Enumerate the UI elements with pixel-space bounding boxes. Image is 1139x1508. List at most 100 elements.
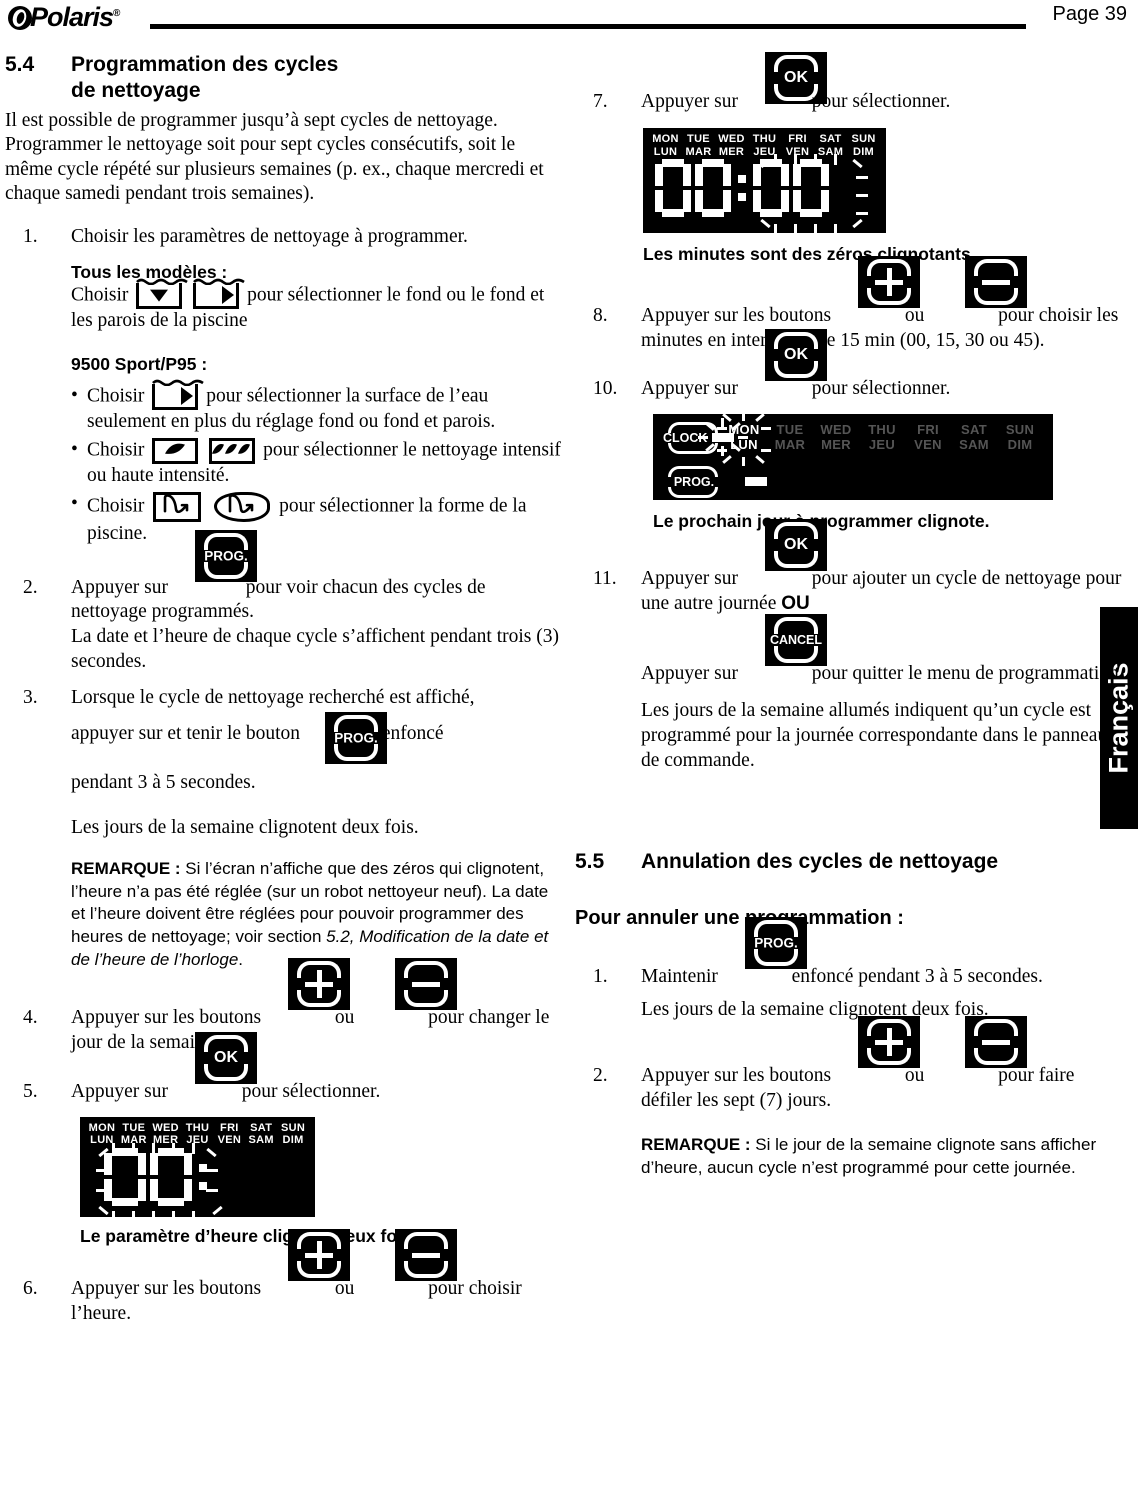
step-10-before: Appuyer sur <box>641 378 738 400</box>
lcd-prog-button: PROG. <box>663 466 725 498</box>
lcd-day-wed: WED MER <box>152 1121 179 1147</box>
step-8-middle: ou <box>904 304 925 326</box>
pool-path-icon <box>227 493 257 521</box>
plus-button[interactable] <box>858 255 920 308</box>
bullet-intensity-text: Choisir pour sélectionner le nettoyage i… <box>87 438 565 489</box>
high-intensity-clean-icon <box>209 438 256 465</box>
prog-button-hold[interactable]: PROG. <box>325 711 387 764</box>
bullet-surface-before: Choisir <box>87 385 145 407</box>
bullet-dot: • <box>71 439 78 461</box>
step-7-text: Appuyer sur pour sélectionner. <box>641 90 1130 115</box>
bullet-pool-shape-text: Choisir pour sélectionner la forme de la… <box>87 491 565 547</box>
lcd-hour-value <box>80 1147 315 1206</box>
step-11-or: OU <box>781 592 810 614</box>
cancel-step-2-middle: ou <box>904 1065 925 1087</box>
step-3-line1: Lorsque le cycle de nettoyage recherché … <box>71 686 475 708</box>
step-11: 11. Appuyer sur pour ajouter un cycle de… <box>575 567 1130 617</box>
button-bracket-top <box>974 1019 1018 1037</box>
cancel-step-2-before: Appuyer sur les boutons <box>641 1065 832 1087</box>
prog-button-label: PROG. <box>754 935 798 951</box>
prog-button[interactable]: PROG. <box>195 529 257 582</box>
ok-button[interactable]: OK <box>765 518 827 571</box>
ok-button[interactable]: OK <box>765 329 827 382</box>
step-3-line3: pendant 3 à 5 secondes. <box>71 772 256 794</box>
lcd-digit <box>793 159 829 218</box>
cancel-step-1-after: enfoncé pendant 3 à 5 secondes. <box>791 965 1043 987</box>
step-3: 3. Lorsque le cycle de nettoyage recherc… <box>5 686 565 808</box>
section-5-4-heading: 5.4 Programmation des cycles de nettoyag… <box>5 52 565 103</box>
button-bracket-bottom <box>974 1048 1018 1066</box>
minus-button[interactable] <box>395 1229 457 1282</box>
step-8: 8. Appuyer sur les boutons ou pour chois… <box>575 304 1130 354</box>
bullet-dot: • <box>71 385 78 407</box>
step-3-line2-before: appuyer sur et tenir le bouton <box>71 723 301 745</box>
plus-button[interactable] <box>288 958 350 1011</box>
step-6: 6. Appuyer sur les boutons ou pour chois… <box>5 1277 565 1327</box>
prog-button[interactable]: PROG. <box>745 916 807 969</box>
lcd-digit <box>104 1147 146 1206</box>
minus-button[interactable] <box>965 1016 1027 1069</box>
cancel-step-2: 2. Appuyer sur les boutons ou pour faire… <box>575 1064 1130 1114</box>
step-4-before: Appuyer sur les boutons <box>71 1007 262 1029</box>
button-bracket-bottom <box>404 990 448 1008</box>
prog-button-label: PROG. <box>204 547 248 563</box>
cancel-section-heading: Pour annuler une programmation : <box>575 906 904 929</box>
step-3-text: Lorsque le cycle de nettoyage recherché … <box>71 686 565 808</box>
lcd-day-thu: THU JEU <box>868 422 896 452</box>
lcd-prog-label: PROG. <box>673 475 715 489</box>
step-1-text: Choisir les paramètres de nettoyage à pr… <box>71 225 468 247</box>
plus-button[interactable] <box>858 1016 920 1069</box>
step-11-before: Appuyer sur <box>641 567 738 589</box>
button-bracket-bottom <box>774 361 818 379</box>
button-bracket-bottom <box>334 743 378 761</box>
lcd-day-sat: SAT SAM <box>959 422 989 452</box>
section-5-5-title: Annulation des cycles de nettoyage <box>641 850 999 874</box>
polaris-logo: Polaris® <box>8 2 120 33</box>
single-blade-icon <box>164 439 186 464</box>
pool-floor-icon <box>136 279 189 310</box>
brand-label: Polaris <box>30 2 114 32</box>
button-bracket-bottom <box>974 287 1018 305</box>
step-7-number: 7. <box>593 91 608 112</box>
step-11-cancel-after: pour quitter le menu de programmation. <box>811 663 1124 685</box>
step-2: 2. Appuyer sur pour voir chacun des cycl… <box>5 576 565 675</box>
lcd-day-sat: SAT SAM <box>817 133 844 158</box>
lcd-day-thu: THU JEU <box>185 1121 210 1147</box>
lcd-day-sun: SUN DIM <box>851 133 876 158</box>
section-5-4-number: 5.4 <box>5 53 35 76</box>
step-11-cancel-before: Appuyer sur <box>641 663 738 685</box>
lcd-day-tue: TUE MAR <box>120 1121 147 1147</box>
ok-button-label: OK <box>784 346 808 364</box>
lcd-day-sat: SAT SAM <box>248 1121 274 1147</box>
lcd-digit <box>150 1147 192 1206</box>
lcd-day-tue: TUE MAR <box>774 422 806 452</box>
lcd-day-row: MON LUN TUE MAR WED MER THU JEU FRI VEN SAT SA… <box>643 128 886 158</box>
intensive-clean-icon <box>152 438 199 465</box>
cancel-step-1-number: 1. <box>593 965 608 987</box>
lcd-day-mon: MON LUN <box>652 133 679 158</box>
all-models-text: Choisir pour sélectionner le fond ou le … <box>71 279 565 333</box>
step-3-number: 3. <box>23 686 38 708</box>
minus-button[interactable] <box>965 255 1027 308</box>
right-arrow-icon <box>181 386 194 405</box>
lcd-indicator-bar <box>745 477 767 486</box>
cancel-button[interactable]: CANCEL <box>765 614 827 667</box>
minus-button[interactable] <box>395 958 457 1011</box>
bullet-surface-after: pour sélectionner la surface de l’eau se… <box>87 385 496 433</box>
lcd-day-sun: SUN DIM <box>281 1121 306 1147</box>
plus-button[interactable] <box>288 1229 350 1282</box>
button-bracket-bottom <box>204 561 248 579</box>
lcd-panel-day: CLOCK MON LUN TUE MAR WED MER THU JEU FR… <box>653 412 1053 500</box>
pool-path-icon <box>162 493 192 521</box>
water-line-icon <box>193 278 245 286</box>
ok-button-label: OK <box>784 69 808 86</box>
ok-button-label: OK <box>784 535 808 553</box>
step-7: 7. Appuyer sur pour sélectionner. <box>575 90 1130 115</box>
ok-button[interactable]: OK <box>195 1031 257 1084</box>
step-5: 5. Appuyer sur pour sélectionner. <box>5 1080 565 1105</box>
lcd-day-sun: SUN DIM <box>1005 422 1035 452</box>
cancel-step-2-text: Appuyer sur les boutons ou pour faire dé… <box>641 1064 1130 1114</box>
bullet-intensity-before: Choisir <box>87 439 145 461</box>
button-bracket-top <box>404 1232 448 1250</box>
down-arrow-icon <box>150 289 169 302</box>
